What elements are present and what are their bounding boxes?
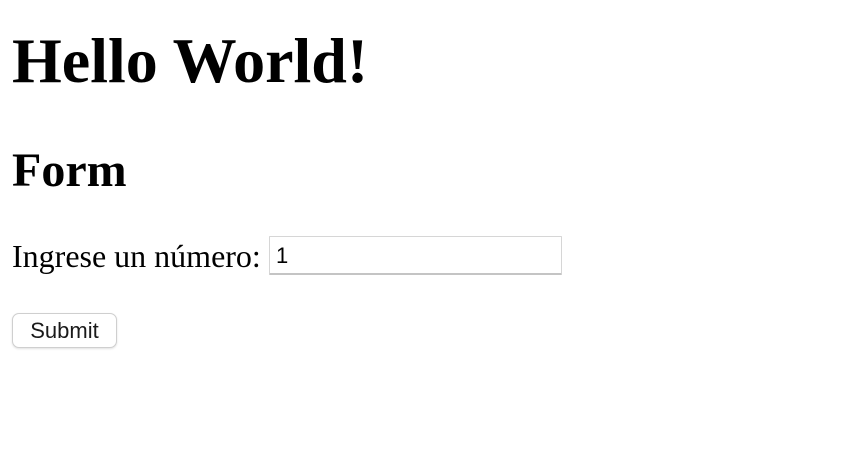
number-label: Ingrese un número:: [12, 238, 261, 274]
page-heading: Hello World!: [12, 25, 369, 96]
form-title: Form: [12, 144, 127, 197]
number-input[interactable]: [269, 236, 562, 275]
submit-button[interactable]: Submit: [12, 313, 117, 348]
page: Hello World! Form Ingrese un número: Sub…: [0, 0, 844, 476]
